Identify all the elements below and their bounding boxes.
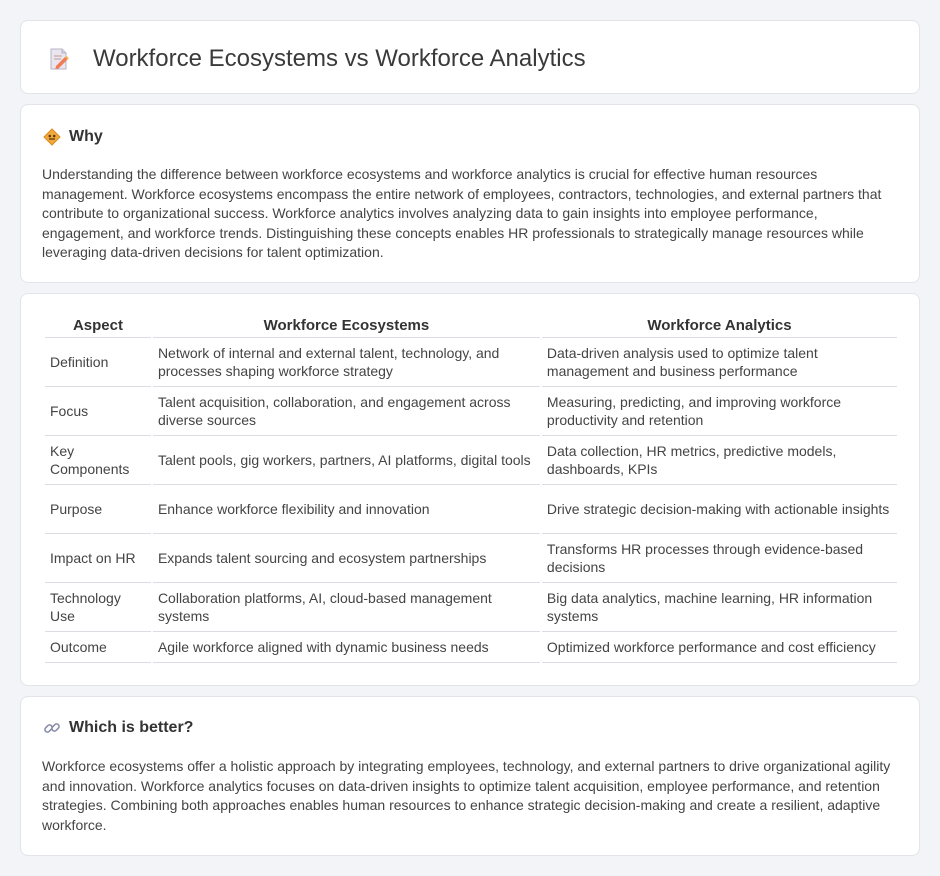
table-row: Outcome Agile workforce aligned with dyn…: [45, 632, 897, 663]
aspect-cell: Purpose: [45, 485, 151, 534]
header-aspect: Aspect: [45, 315, 151, 338]
comparison-table: Aspect Workforce Ecosystems Workforce An…: [43, 315, 899, 663]
aspect-cell: Impact on HR: [45, 534, 151, 583]
title-card: Workforce Ecosystems vs Workforce Analyt…: [20, 20, 920, 94]
document-pencil-icon: [50, 48, 69, 70]
which-is-better-section: Which is better? Workforce ecosystems of…: [20, 696, 920, 856]
table-row: Key Components Talent pools, gig workers…: [45, 436, 897, 485]
diamond-road-sign-icon: [43, 128, 61, 146]
table-row: Technology Use Collaboration platforms, …: [45, 583, 897, 632]
ecosystems-cell: Network of internal and external talent,…: [152, 338, 540, 387]
aspect-cell: Technology Use: [45, 583, 151, 632]
analytics-cell: Transforms HR processes through evidence…: [541, 534, 897, 583]
better-heading: Which is better?: [43, 717, 193, 739]
table-row: Focus Talent acquisition, collaboration,…: [45, 387, 897, 436]
ecosystems-cell: Collaboration platforms, AI, cloud-based…: [152, 583, 540, 632]
why-paragraph: Understanding the difference between wor…: [42, 166, 882, 260]
why-heading-label: Why: [69, 128, 103, 145]
analytics-cell: Big data analytics, machine learning, HR…: [541, 583, 897, 632]
ecosystems-cell: Talent acquisition, collaboration, and e…: [152, 387, 540, 436]
ecosystems-cell: Enhance workforce flexibility and innova…: [152, 485, 540, 534]
aspect-cell: Focus: [45, 387, 151, 436]
link-icon: [44, 723, 60, 733]
page-title: Workforce Ecosystems vs Workforce Analyt…: [93, 45, 586, 72]
header-workforce-ecosystems: Workforce Ecosystems: [152, 315, 540, 338]
aspect-cell: Key Components: [45, 436, 151, 485]
why-section: Why Understanding the difference between…: [20, 104, 920, 283]
aspect-cell: Outcome: [45, 632, 151, 663]
analytics-cell: Data collection, HR metrics, predictive …: [541, 436, 897, 485]
header-workforce-analytics: Workforce Analytics: [541, 315, 897, 338]
table-row: Definition Network of internal and exter…: [45, 338, 897, 387]
why-heading: Why: [43, 126, 103, 148]
table-header-row: Aspect Workforce Ecosystems Workforce An…: [45, 315, 897, 338]
table-row: Purpose Enhance workforce flexibility an…: [45, 485, 897, 534]
ecosystems-cell: Agile workforce aligned with dynamic bus…: [152, 632, 540, 663]
ecosystems-cell: Expands talent sourcing and ecosystem pa…: [152, 534, 540, 583]
analytics-cell: Optimized workforce performance and cost…: [541, 632, 897, 663]
better-heading-label: Which is better?: [69, 719, 194, 736]
analytics-cell: Data-driven analysis used to optimize ta…: [541, 338, 897, 387]
analytics-cell: Measuring, predicting, and improving wor…: [541, 387, 897, 436]
better-paragraph: Workforce ecosystems offer a holistic ap…: [42, 758, 891, 833]
table-row: Impact on HR Expands talent sourcing and…: [45, 534, 897, 583]
ecosystems-cell: Talent pools, gig workers, partners, AI …: [152, 436, 540, 485]
aspect-cell: Definition: [45, 338, 151, 387]
analytics-cell: Drive strategic decision-making with act…: [541, 485, 897, 534]
comparison-card: Aspect Workforce Ecosystems Workforce An…: [20, 293, 920, 686]
